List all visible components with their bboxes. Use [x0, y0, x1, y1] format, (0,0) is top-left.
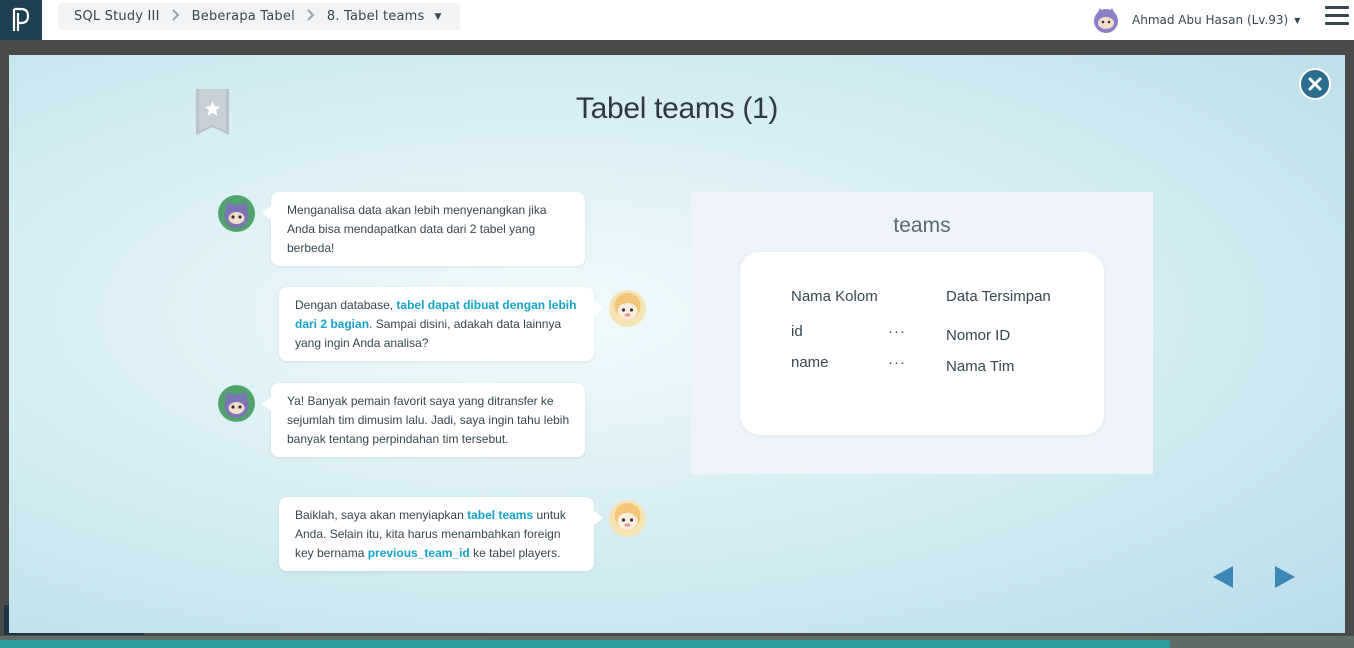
chat-bubble: Baiklah, saya akan menyiapkan tabel team…: [279, 497, 603, 571]
chat-bubble: Ya! Banyak pemain favorit saya yang ditr…: [262, 383, 585, 457]
caret-down-icon[interactable]: ▼: [1294, 16, 1300, 25]
row-separator: ···: [888, 354, 906, 371]
row-stored: Nomor ID: [946, 327, 1011, 344]
header-stored-data: Data Tersimpan: [946, 288, 1051, 305]
message-text: Dengan database,: [295, 298, 397, 312]
user-avatar: [1092, 6, 1120, 34]
row-column: name: [791, 354, 829, 371]
breadcrumb-item-lesson[interactable]: 8. Tabel teams: [327, 9, 425, 24]
breadcrumb-item-chapter[interactable]: Beberapa Tabel: [192, 9, 295, 24]
message-text: Baiklah, saya akan menyiapkan: [295, 508, 468, 522]
top-bar: SQL Study III Beberapa Tabel 8. Tabel te…: [0, 0, 1354, 40]
chat-bubble: Dengan database, tabel dapat dibuat deng…: [279, 287, 603, 361]
user-menu[interactable]: Ahmad Abu Hasan (Lv.93) ▼: [1092, 6, 1300, 34]
sheep-avatar: [609, 500, 646, 537]
header-column-name: Nama Kolom: [791, 288, 878, 305]
logo-icon[interactable]: [0, 0, 42, 40]
table-card: Nama Kolom Data Tersimpan id ··· Nomor I…: [740, 252, 1104, 435]
user-name[interactable]: Ahmad Abu Hasan (Lv.93): [1132, 13, 1288, 27]
row-separator: ···: [888, 323, 906, 340]
message-text: Menganalisa data akan lebih menyenangkan…: [287, 203, 547, 255]
breadcrumb-item-course[interactable]: SQL Study III: [74, 9, 160, 24]
slide-title: Tabel teams (1): [575, 92, 779, 125]
table-diagram: teams Nama Kolom Data Tersimpan id ··· N…: [691, 192, 1153, 474]
ninja-avatar: [218, 385, 255, 422]
row-stored: Nama Tim: [946, 358, 1015, 375]
chevron-right-icon: [171, 8, 180, 25]
message-highlight: previous_team_id: [367, 546, 470, 560]
message-highlight: tabel teams: [467, 508, 534, 522]
row-column: id: [791, 323, 803, 340]
message-text: ke tabel players.: [469, 546, 561, 560]
caret-down-icon[interactable]: ▼: [434, 12, 441, 22]
prev-arrow-icon[interactable]: [1211, 565, 1235, 589]
breadcrumb: SQL Study III Beberapa Tabel 8. Tabel te…: [58, 3, 460, 30]
ninja-avatar: [218, 195, 255, 232]
next-arrow-icon[interactable]: [1273, 565, 1297, 589]
slide-modal: Tabel teams (1) Menganalisa data akan le…: [9, 55, 1345, 633]
table-name: teams: [893, 214, 951, 237]
message-text: Ya! Banyak pemain favorit saya yang ditr…: [287, 394, 570, 446]
chat-bubble: Menganalisa data akan lebih menyenangkan…: [262, 192, 585, 266]
chevron-right-icon: [307, 8, 315, 25]
sheep-avatar: [609, 290, 646, 327]
background-footer-bar: [0, 640, 1170, 648]
hamburger-menu-icon[interactable]: [1325, 6, 1349, 28]
